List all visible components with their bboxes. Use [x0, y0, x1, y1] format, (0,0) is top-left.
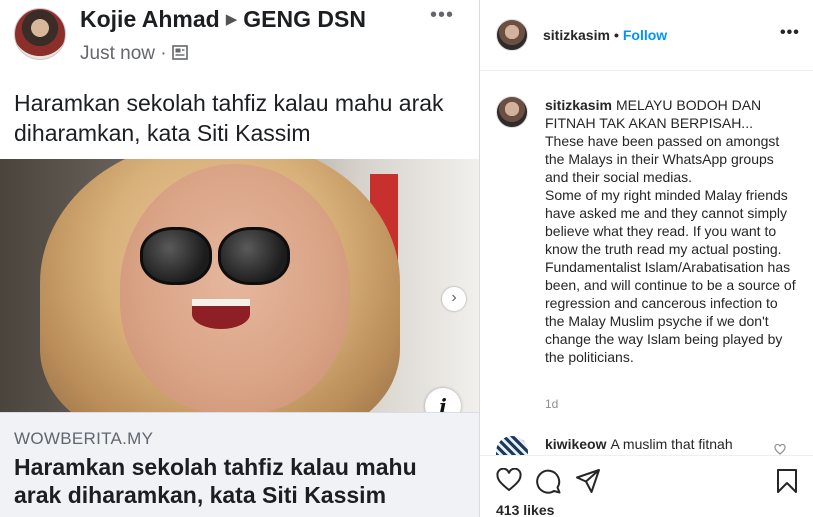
post-age[interactable]: 1d [545, 397, 558, 411]
link-domain: WOWBERITA.MY [14, 429, 154, 448]
post-header: sitizkasim • Follow ••• [480, 0, 813, 71]
header-username[interactable]: sitizkasim [543, 27, 610, 43]
photo-face [120, 164, 350, 412]
comment-like-icon[interactable] [774, 444, 786, 455]
comment-text: A muslim that fitnah [610, 436, 733, 452]
save-bookmark-icon[interactable] [776, 468, 798, 494]
comment-icon[interactable] [535, 468, 561, 494]
time-separator: · [160, 43, 167, 64]
likes-count[interactable]: 413 likes [496, 502, 554, 517]
caption-line: Some of my right minded Malay friends ha… [545, 187, 788, 257]
group-arrow-icon: ▶ [225, 11, 238, 28]
facebook-post-screenshot: Kojie Ahmad ▶ GENG DSN Just now · ••• Hara… [0, 0, 479, 517]
group-name: GENG DSN [243, 6, 366, 32]
post-headline: Haramkan sekolah tahfiz kalau mahu arak … [14, 90, 444, 146]
caption-avatar[interactable] [496, 96, 528, 128]
header-dot: • [613, 27, 619, 43]
header-user-line: sitizkasim • Follow [543, 27, 667, 43]
comment: kiwikeow A muslim that fitnah [545, 436, 775, 454]
post-time-line: Just now · [80, 43, 188, 65]
follow-button[interactable]: Follow [623, 27, 667, 43]
post-more-icon: ••• [430, 4, 455, 26]
like-heart-icon[interactable] [496, 468, 522, 492]
caption-username[interactable]: sitizkasim [545, 97, 612, 113]
share-icon[interactable] [575, 468, 601, 494]
action-bar: 413 likes [480, 455, 813, 517]
caption-line: Fundamentalist Islam/Arabatisation has b… [545, 259, 796, 365]
info-icon: i [425, 388, 461, 412]
caption-line: These have been passed on amongst the Ma… [545, 133, 780, 185]
profile-avatar[interactable] [496, 19, 528, 51]
more-options-icon[interactable]: ••• [780, 24, 800, 42]
photo-mouth [192, 299, 250, 329]
photo-sunglasses [140, 227, 290, 287]
author-name: Kojie Ahmad [80, 6, 220, 32]
author-avatar [14, 8, 66, 60]
author-line: Kojie Ahmad ▶ GENG DSN [80, 6, 366, 33]
privacy-icon [172, 45, 188, 60]
link-preview: WOWBERITA.MY Haramkan sekolah tahfiz kal… [0, 412, 479, 517]
post-photo: › i [0, 159, 479, 412]
link-title: Haramkan sekolah tahfiz kalau mahu arak … [14, 454, 417, 508]
instagram-sidebar: sitizkasim • Follow ••• sitizkasim MELAYU B… [479, 0, 813, 517]
next-image-icon: › [442, 287, 466, 311]
post-time: Just now [80, 43, 155, 64]
comment-username[interactable]: kiwikeow [545, 436, 606, 452]
caption: sitizkasim MELAYU BODOH DAN FITNAH TAK AK… [545, 96, 801, 366]
comment-avatar[interactable] [496, 436, 528, 456]
